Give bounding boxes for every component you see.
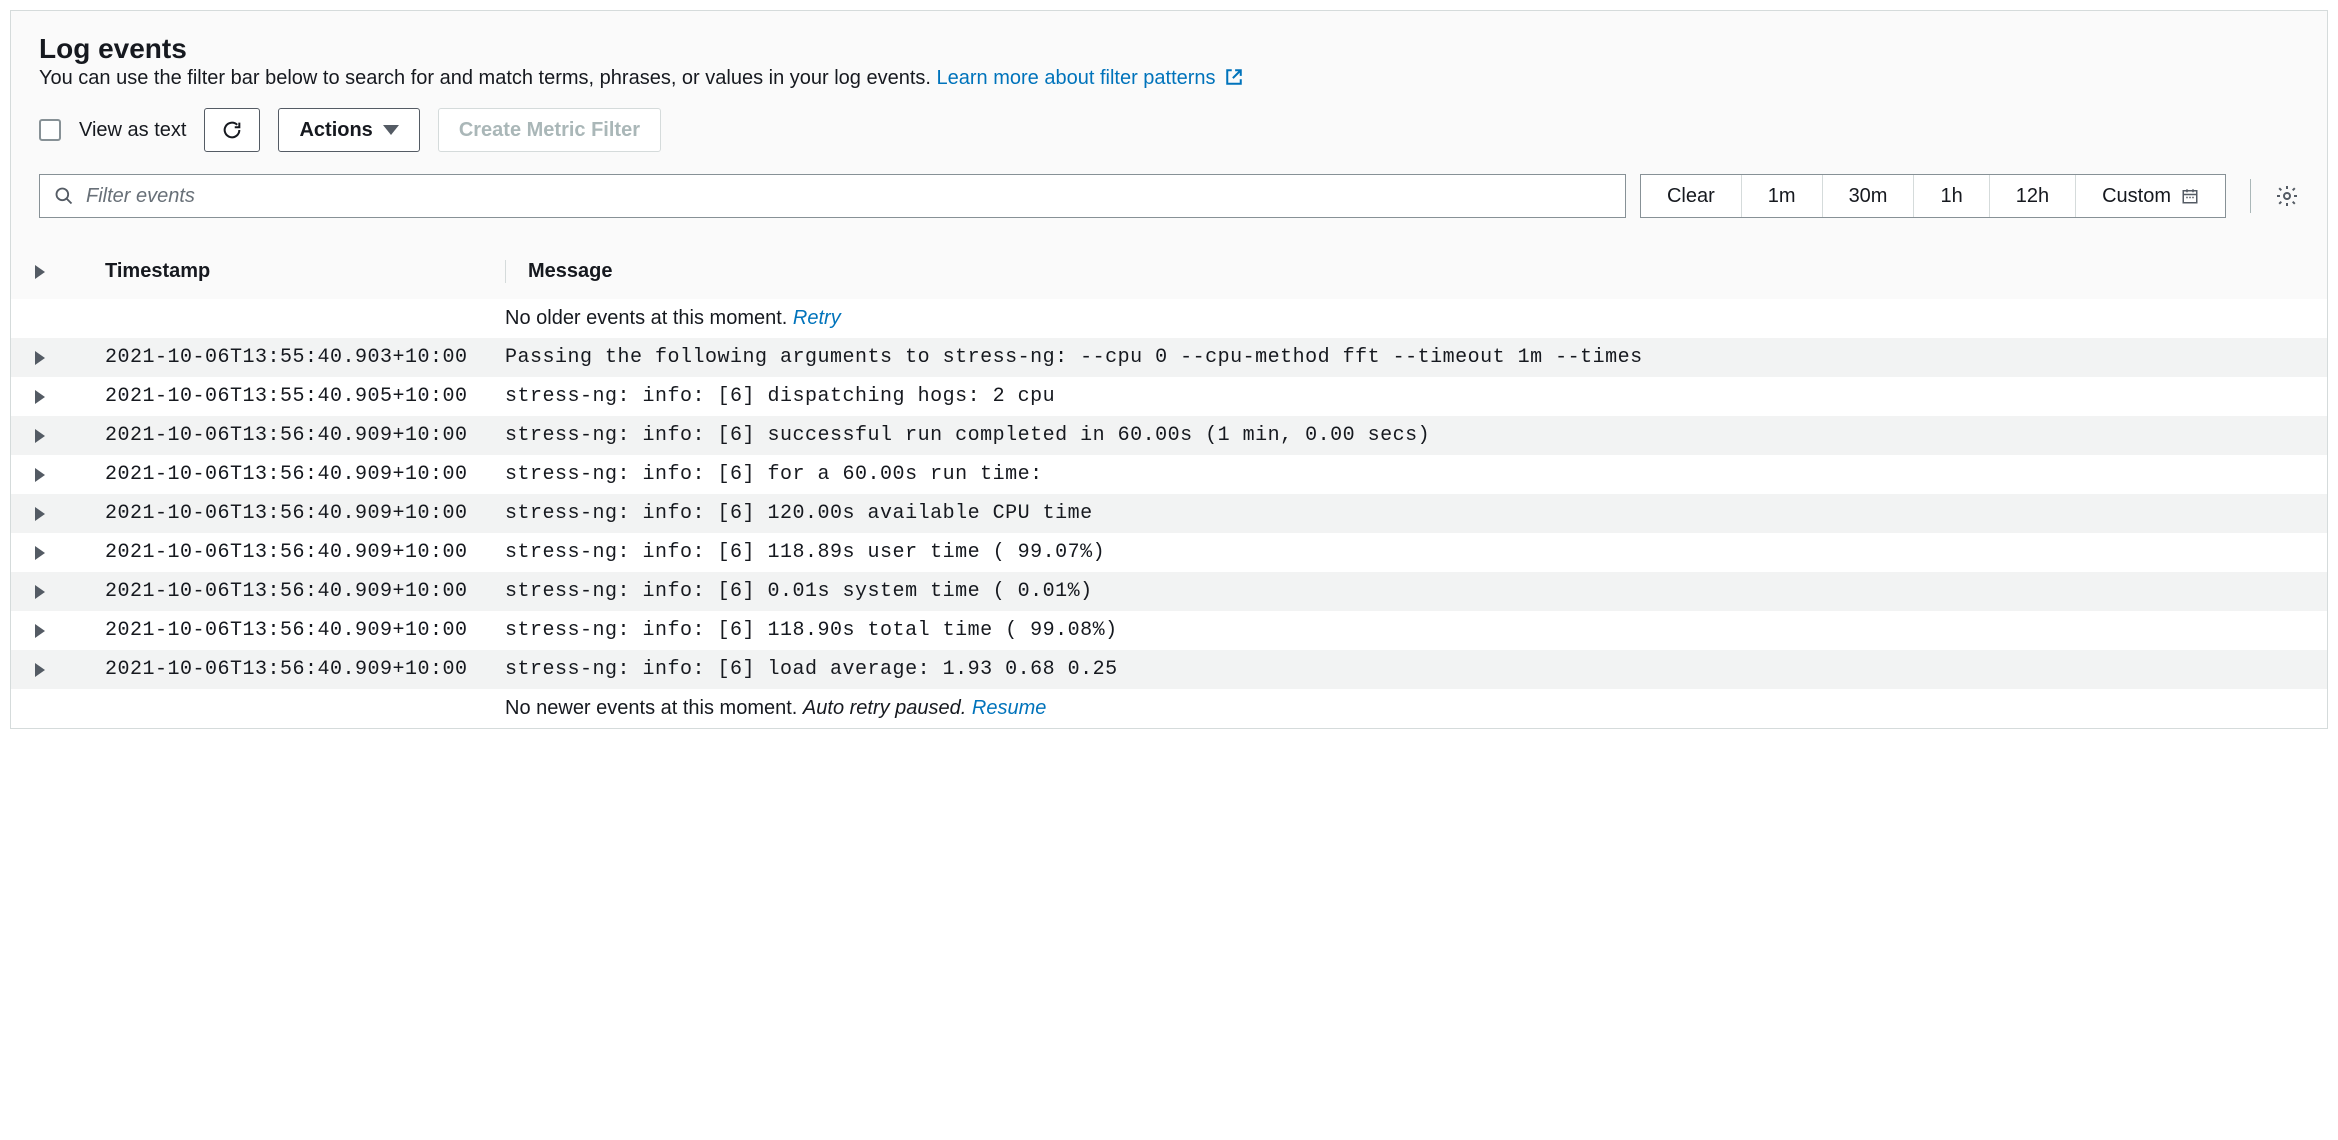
subtitle-text: You can use the filter bar below to sear… bbox=[39, 67, 931, 89]
timestamp-cell: 2021-10-06T13:56:40.909+10:00 bbox=[105, 541, 505, 564]
time-range-selector: Clear 1m 30m 1h 12h Custom bbox=[1640, 174, 2226, 218]
table-row: 2021-10-06T13:55:40.903+10:00Passing the… bbox=[11, 338, 2327, 377]
no-older-text: No older events at this moment. bbox=[505, 307, 787, 329]
toolbar: View as text Actions Create Metric Filte… bbox=[39, 108, 2299, 152]
caret-down-icon bbox=[383, 125, 399, 135]
range-custom-label: Custom bbox=[2102, 185, 2171, 208]
settings-button[interactable] bbox=[2275, 184, 2299, 208]
timestamp-cell: 2021-10-06T13:55:40.903+10:00 bbox=[105, 346, 505, 369]
gear-icon bbox=[2275, 184, 2299, 208]
expand-row-icon[interactable] bbox=[35, 546, 45, 560]
timestamp-cell: 2021-10-06T13:56:40.909+10:00 bbox=[105, 424, 505, 447]
message-cell: stress-ng: info: [6] 118.89s user time (… bbox=[505, 541, 2299, 564]
expand-row-icon[interactable] bbox=[35, 390, 45, 404]
no-newer-row: No newer events at this moment. Auto ret… bbox=[11, 689, 2327, 728]
message-cell: stress-ng: info: [6] successful run comp… bbox=[505, 424, 2299, 447]
table-row: 2021-10-06T13:55:40.905+10:00stress-ng: … bbox=[11, 377, 2327, 416]
timestamp-cell: 2021-10-06T13:56:40.909+10:00 bbox=[105, 502, 505, 525]
timestamp-cell: 2021-10-06T13:56:40.909+10:00 bbox=[105, 619, 505, 642]
message-cell: stress-ng: info: [6] 120.00s available C… bbox=[505, 502, 2299, 525]
header: Log events You can use the filter bar be… bbox=[39, 33, 2299, 90]
message-cell: stress-ng: info: [6] for a 60.00s run ti… bbox=[505, 463, 2299, 486]
table-row: 2021-10-06T13:56:40.909+10:00stress-ng: … bbox=[11, 650, 2327, 689]
auto-retry-text: Auto retry paused. bbox=[803, 697, 966, 719]
range-clear[interactable]: Clear bbox=[1641, 175, 1742, 217]
calendar-icon bbox=[2181, 187, 2199, 205]
log-events-panel: Log events You can use the filter bar be… bbox=[10, 10, 2328, 729]
view-as-text-label: View as text bbox=[79, 119, 186, 142]
expand-row-icon[interactable] bbox=[35, 507, 45, 521]
resume-link[interactable]: Resume bbox=[972, 697, 1046, 719]
filter-input[interactable] bbox=[86, 185, 1611, 208]
no-newer-text: No newer events at this moment. bbox=[505, 697, 797, 719]
learn-more-link[interactable]: Learn more about filter patterns bbox=[937, 67, 1244, 89]
timestamp-cell: 2021-10-06T13:56:40.909+10:00 bbox=[105, 463, 505, 486]
expand-row-icon[interactable] bbox=[35, 429, 45, 443]
table-header: Timestamp Message bbox=[11, 244, 2327, 299]
timestamp-cell: 2021-10-06T13:55:40.905+10:00 bbox=[105, 385, 505, 408]
actions-label: Actions bbox=[299, 119, 372, 142]
range-30m[interactable]: 30m bbox=[1823, 175, 1915, 217]
no-older-row: No older events at this moment. Retry bbox=[11, 299, 2327, 338]
message-cell: stress-ng: info: [6] load average: 1.93 … bbox=[505, 658, 2299, 681]
external-link-icon bbox=[1225, 67, 1243, 89]
expand-row-icon[interactable] bbox=[35, 585, 45, 599]
events-table: Timestamp Message No older events at thi… bbox=[11, 244, 2327, 728]
table-row: 2021-10-06T13:56:40.909+10:00stress-ng: … bbox=[11, 611, 2327, 650]
expand-row-icon[interactable] bbox=[35, 351, 45, 365]
message-cell: Passing the following arguments to stres… bbox=[505, 346, 2299, 369]
table-row: 2021-10-06T13:56:40.909+10:00stress-ng: … bbox=[11, 455, 2327, 494]
expand-row-icon[interactable] bbox=[35, 663, 45, 677]
panel-subtitle: You can use the filter bar below to sear… bbox=[39, 67, 2299, 90]
timestamp-cell: 2021-10-06T13:56:40.909+10:00 bbox=[105, 658, 505, 681]
expand-all-icon[interactable] bbox=[35, 265, 45, 279]
panel-title: Log events bbox=[39, 33, 2299, 65]
learn-more-text: Learn more about filter patterns bbox=[937, 67, 1216, 89]
message-cell: stress-ng: info: [6] 118.90s total time … bbox=[505, 619, 2299, 642]
table-row: 2021-10-06T13:56:40.909+10:00stress-ng: … bbox=[11, 416, 2327, 455]
range-1h[interactable]: 1h bbox=[1914, 175, 1989, 217]
filter-input-wrap[interactable] bbox=[39, 174, 1626, 218]
retry-link[interactable]: Retry bbox=[793, 307, 841, 329]
expand-row-icon[interactable] bbox=[35, 624, 45, 638]
table-row: 2021-10-06T13:56:40.909+10:00stress-ng: … bbox=[11, 572, 2327, 611]
refresh-button[interactable] bbox=[204, 108, 260, 152]
create-metric-filter-button[interactable]: Create Metric Filter bbox=[438, 108, 661, 152]
search-icon bbox=[54, 186, 74, 206]
message-cell: stress-ng: info: [6] dispatching hogs: 2… bbox=[505, 385, 2299, 408]
refresh-icon bbox=[221, 119, 243, 141]
range-12h[interactable]: 12h bbox=[1990, 175, 2076, 217]
filter-row: Clear 1m 30m 1h 12h Custom bbox=[39, 174, 2299, 218]
separator bbox=[2250, 179, 2251, 213]
expand-row-icon[interactable] bbox=[35, 468, 45, 482]
message-cell: stress-ng: info: [6] 0.01s system time (… bbox=[505, 580, 2299, 603]
actions-button[interactable]: Actions bbox=[278, 108, 419, 152]
view-as-text-checkbox[interactable] bbox=[39, 119, 61, 141]
col-message: Message bbox=[505, 260, 2299, 283]
timestamp-cell: 2021-10-06T13:56:40.909+10:00 bbox=[105, 580, 505, 603]
range-1m[interactable]: 1m bbox=[1742, 175, 1823, 217]
col-timestamp: Timestamp bbox=[105, 260, 505, 283]
range-custom[interactable]: Custom bbox=[2076, 175, 2225, 217]
table-row: 2021-10-06T13:56:40.909+10:00stress-ng: … bbox=[11, 494, 2327, 533]
table-row: 2021-10-06T13:56:40.909+10:00stress-ng: … bbox=[11, 533, 2327, 572]
